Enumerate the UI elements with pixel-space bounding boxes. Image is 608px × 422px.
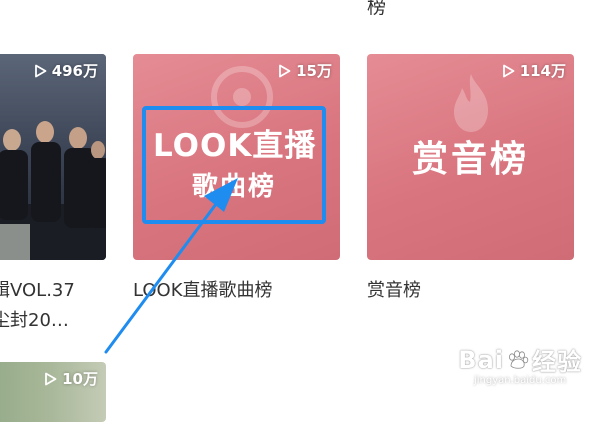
site-watermark: Bai 经验 jingyan.baidu.com	[458, 342, 582, 387]
watermark-url: jingyan.baidu.com	[474, 375, 567, 386]
watermark-brand-right: 经验	[532, 348, 582, 376]
watermark-brand-left: Bai	[458, 345, 504, 374]
paw-icon	[509, 349, 529, 369]
annotation-arrow	[104, 178, 238, 354]
